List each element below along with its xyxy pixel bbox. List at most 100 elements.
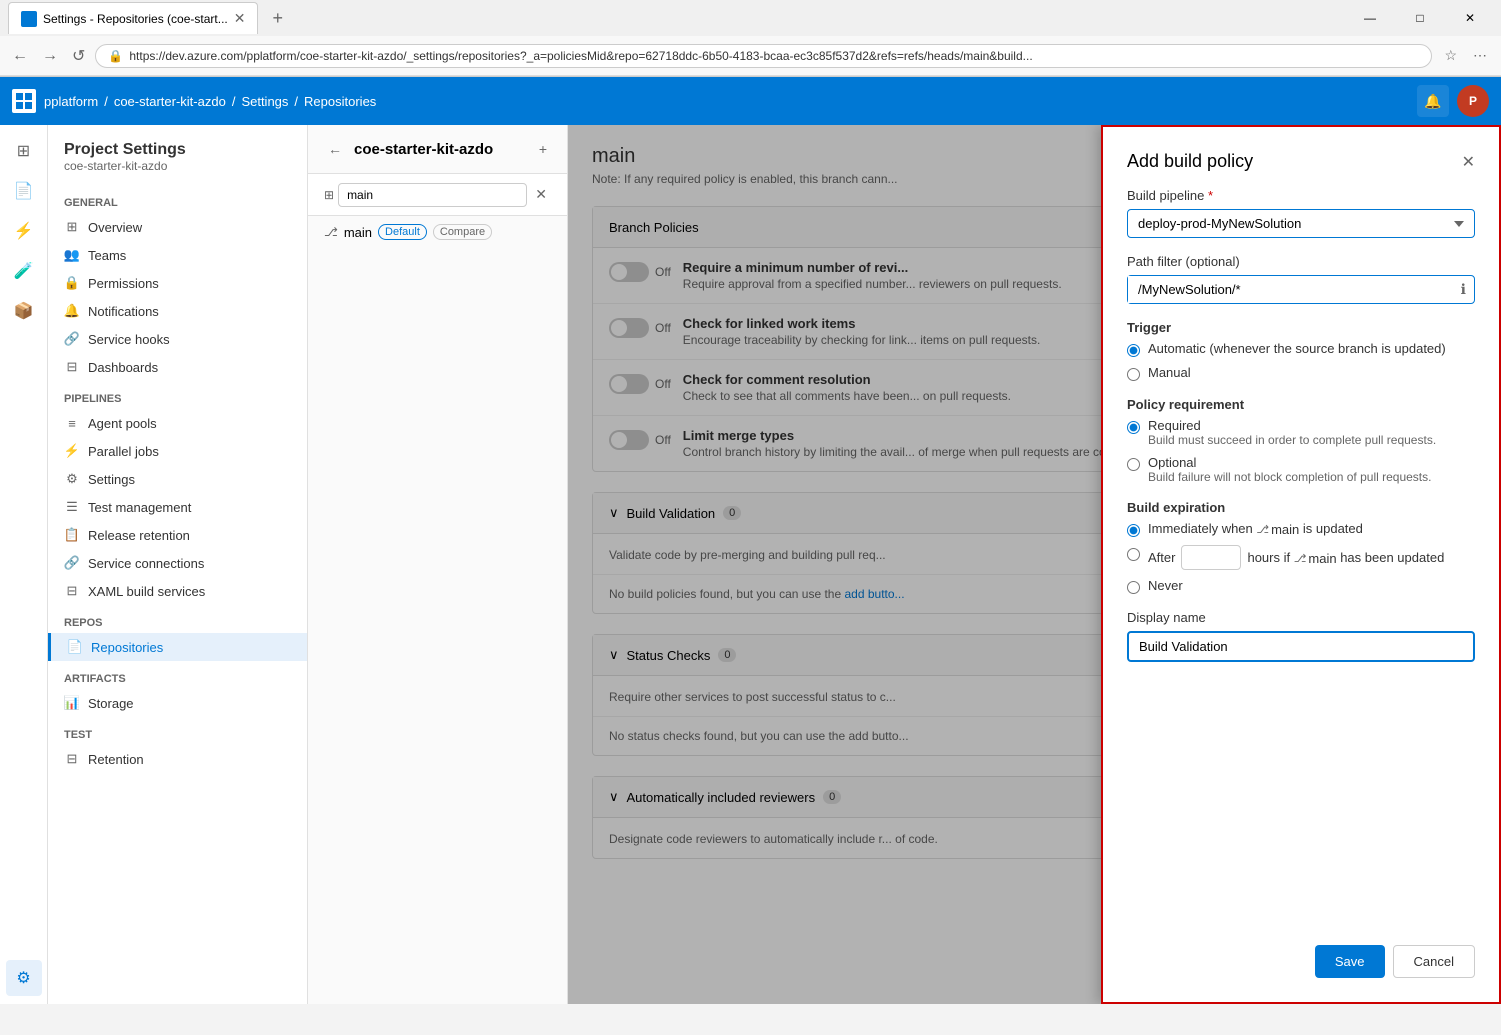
- breadcrumb-settings[interactable]: Settings: [241, 94, 288, 109]
- modal-close-btn[interactable]: ✕: [1462, 152, 1475, 172]
- address-bar[interactable]: 🔒 https://dev.azure.com/pplatform/coe-st…: [95, 44, 1432, 68]
- parallel-jobs-icon: ⚡: [64, 443, 80, 459]
- filter-input[interactable]: [338, 183, 527, 207]
- trigger-manual-radio[interactable]: [1127, 368, 1140, 381]
- sidebar-item-service-connections[interactable]: 🔗Service connections: [48, 549, 307, 577]
- maximize-btn[interactable]: □: [1397, 2, 1443, 34]
- icon-bar-repos[interactable]: 📄: [6, 173, 42, 209]
- sidebar-item-parallel-jobs[interactable]: ⚡Parallel jobs: [48, 437, 307, 465]
- new-tab-btn[interactable]: +: [266, 6, 289, 31]
- build-pipeline-label-text: Build pipeline: [1127, 188, 1204, 203]
- sidebar-section-test: Test: [48, 717, 307, 745]
- branch-add-btn[interactable]: +: [535, 137, 551, 161]
- path-filter-group: Path filter (optional) ℹ: [1127, 254, 1475, 304]
- expiration-immediately-item: Immediately when ⎇ main is updated: [1127, 521, 1475, 537]
- add-build-policy-modal: Add build policy ✕ Build pipeline * depl…: [1101, 125, 1501, 1004]
- expiration-after-label: After: [1148, 550, 1175, 565]
- trigger-automatic-label: Automatic (whenever the source branch is…: [1148, 341, 1446, 356]
- trigger-manual-label: Manual: [1148, 365, 1191, 380]
- cancel-button[interactable]: Cancel: [1393, 945, 1475, 978]
- sidebar-item-test-management[interactable]: ☰Test management: [48, 493, 307, 521]
- path-filter-input-container: ℹ: [1127, 275, 1475, 304]
- sidebar-item-release-retention[interactable]: 📋Release retention: [48, 521, 307, 549]
- sidebar-section-artifacts: Artifacts: [48, 661, 307, 689]
- default-badge: Default: [378, 224, 427, 240]
- requirement-optional-label: Optional: [1148, 455, 1431, 470]
- expiration-immediately-radio[interactable]: [1127, 524, 1140, 537]
- browser-tab[interactable]: Settings - Repositories (coe-start... ✕: [8, 2, 258, 34]
- sidebar: Project Settings coe-starter-kit-azdo Ge…: [48, 125, 308, 1004]
- save-button[interactable]: Save: [1315, 945, 1385, 978]
- build-pipeline-select[interactable]: deploy-prod-MyNewSolution: [1127, 209, 1475, 238]
- expiration-radio-group: Immediately when ⎇ main is updated After…: [1127, 521, 1475, 594]
- modal-footer: Save Cancel: [1127, 929, 1475, 978]
- breadcrumb-repositories[interactable]: Repositories: [304, 94, 376, 109]
- xaml-build-icon: ⊟: [64, 583, 80, 599]
- sidebar-item-xaml-build[interactable]: ⊟XAML build services: [48, 577, 307, 605]
- icon-bar-testplans[interactable]: 🧪: [6, 253, 42, 289]
- close-window-btn[interactable]: ✕: [1447, 2, 1493, 34]
- branch-name: main: [344, 225, 372, 240]
- filter-icon: ⊞: [324, 188, 334, 202]
- path-filter-label: Path filter (optional): [1127, 254, 1475, 269]
- icon-bar-pipelines[interactable]: ⚡: [6, 213, 42, 249]
- forward-btn[interactable]: →: [38, 43, 62, 69]
- filter-bar: ⊞ ✕: [308, 174, 567, 216]
- bookmark-star-btn[interactable]: ☆: [1438, 43, 1463, 68]
- sidebar-label-settings: Settings: [88, 472, 135, 487]
- user-avatar[interactable]: P: [1457, 85, 1489, 117]
- sidebar-item-agent-pools[interactable]: ≡Agent pools: [48, 409, 307, 437]
- expiration-after-radio[interactable]: [1127, 548, 1140, 561]
- sidebar-item-storage[interactable]: 📊Storage: [48, 689, 307, 717]
- breadcrumb: pplatform / coe-starter-kit-azdo / Setti…: [44, 94, 376, 109]
- build-expiration-group: Build expiration Immediately when ⎇ main…: [1127, 500, 1475, 594]
- sidebar-label-service-connections: Service connections: [88, 556, 204, 571]
- breadcrumb-org[interactable]: pplatform: [44, 94, 98, 109]
- compare-badge: Compare: [433, 224, 492, 240]
- sidebar-item-teams[interactable]: 👥Teams: [48, 241, 307, 269]
- notifications-icon[interactable]: 🔔: [1417, 85, 1449, 117]
- sidebar-label-repositories: Repositories: [91, 640, 163, 655]
- expiration-hours-input[interactable]: [1181, 545, 1241, 570]
- icon-bar-artifacts[interactable]: 📦: [6, 293, 42, 329]
- sidebar-section-repos: Repos: [48, 605, 307, 633]
- requirement-required-radio[interactable]: [1127, 421, 1140, 434]
- top-nav: pplatform / coe-starter-kit-azdo / Setti…: [0, 77, 1501, 125]
- browser-menu-btn[interactable]: ⋯: [1467, 43, 1493, 68]
- repositories-icon: 📄: [67, 639, 83, 655]
- sidebar-item-permissions[interactable]: 🔒Permissions: [48, 269, 307, 297]
- expiration-never-radio[interactable]: [1127, 581, 1140, 594]
- display-name-input[interactable]: [1127, 631, 1475, 662]
- sidebar-item-retention[interactable]: ⊟Retention: [48, 745, 307, 773]
- modal-title: Add build policy: [1127, 151, 1253, 172]
- sidebar-section-pipelines: Pipelines: [48, 381, 307, 409]
- test-management-icon: ☰: [64, 499, 80, 515]
- branch-list-item-main[interactable]: ⎇ main Default Compare: [308, 216, 567, 248]
- dashboards-icon: ⊟: [64, 359, 80, 375]
- branch-back-btn[interactable]: ←: [324, 137, 346, 161]
- path-filter-input[interactable]: [1128, 276, 1453, 303]
- display-name-label: Display name: [1127, 610, 1475, 625]
- minimize-btn[interactable]: —: [1347, 2, 1393, 34]
- tab-title: Settings - Repositories (coe-start...: [43, 12, 228, 26]
- settings-nav-icon: ⚙: [64, 471, 80, 487]
- breadcrumb-sep2: /: [232, 94, 236, 109]
- sidebar-item-overview[interactable]: ⊞Overview: [48, 213, 307, 241]
- refresh-btn[interactable]: ↺: [68, 42, 89, 70]
- sidebar-item-service-hooks[interactable]: 🔗Service hooks: [48, 325, 307, 353]
- filter-clear-btn[interactable]: ✕: [531, 182, 551, 207]
- tab-close-btn[interactable]: ✕: [234, 10, 246, 27]
- sidebar-item-repositories[interactable]: 📄 Repositories: [48, 633, 307, 661]
- icon-bar-boards[interactable]: ⊞: [6, 133, 42, 169]
- trigger-automatic-radio[interactable]: [1127, 344, 1140, 357]
- trigger-radio-group: Automatic (whenever the source branch is…: [1127, 341, 1475, 381]
- icon-bar-settings[interactable]: ⚙: [6, 960, 42, 996]
- breadcrumb-project[interactable]: coe-starter-kit-azdo: [114, 94, 226, 109]
- requirement-optional-radio[interactable]: [1127, 458, 1140, 471]
- sidebar-item-dashboards[interactable]: ⊟Dashboards: [48, 353, 307, 381]
- build-expiration-title: Build expiration: [1127, 500, 1475, 515]
- back-btn[interactable]: ←: [8, 43, 32, 69]
- overview-icon: ⊞: [64, 219, 80, 235]
- sidebar-item-notifications[interactable]: 🔔Notifications: [48, 297, 307, 325]
- sidebar-item-settings[interactable]: ⚙ Settings: [48, 465, 307, 493]
